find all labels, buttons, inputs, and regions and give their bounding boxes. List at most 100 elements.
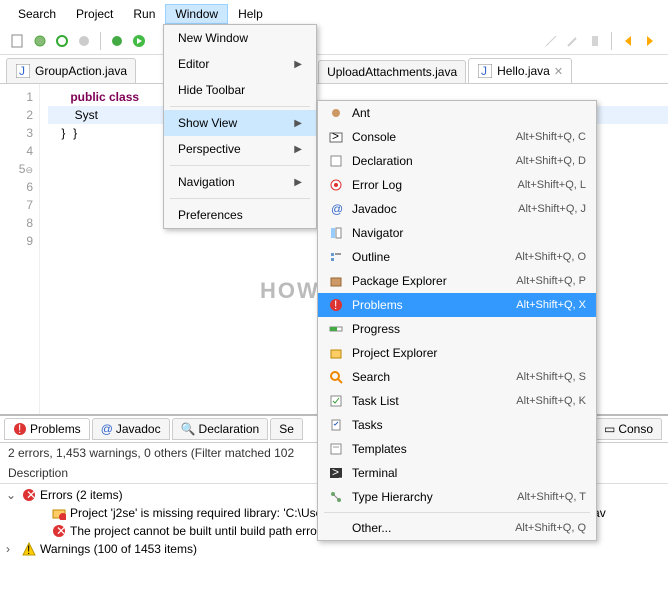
menu-help[interactable]: Help bbox=[228, 4, 273, 24]
tab-declaration[interactable]: 🔍Declaration bbox=[172, 418, 269, 440]
menuitem-declaration[interactable]: Declaration Alt+Shift+Q, D bbox=[318, 149, 596, 173]
menuitem-terminal[interactable]: >_Terminal bbox=[318, 461, 596, 485]
tab-hello[interactable]: J Hello.java ✕ bbox=[468, 58, 572, 83]
separator bbox=[100, 32, 101, 50]
tab-problems[interactable]: ! Problems bbox=[4, 418, 90, 440]
menuitem-console[interactable]: >ConsoleAlt+Shift+Q, C bbox=[318, 125, 596, 149]
problems-icon: ! bbox=[13, 422, 27, 436]
menuitem-label: Other... bbox=[352, 521, 507, 535]
menuitem-project-explorer[interactable]: Project Explorer bbox=[318, 341, 596, 365]
terminal-icon: >_ bbox=[328, 465, 344, 481]
menuitem-label: Type Hierarchy bbox=[352, 490, 509, 504]
menu-window[interactable]: Window bbox=[165, 4, 228, 24]
group-label: Errors (2 items) bbox=[40, 488, 123, 502]
menu-project[interactable]: Project bbox=[66, 4, 123, 24]
line-gutter: 1234 5⊖6789 bbox=[0, 84, 40, 414]
open-type-icon[interactable] bbox=[32, 33, 48, 49]
menuitem-perspective[interactable]: Perspective ▶ bbox=[164, 136, 316, 162]
shortcut: Alt+Shift+Q, D bbox=[516, 155, 586, 167]
menuitem-label: Editor bbox=[178, 57, 209, 71]
warnings-group[interactable]: › ! Warnings (100 of 1453 items) bbox=[4, 540, 664, 558]
menu-run[interactable]: Run bbox=[123, 4, 165, 24]
outline-icon bbox=[328, 249, 344, 265]
java-file-icon: J bbox=[477, 63, 493, 79]
error-icon: ✕ bbox=[22, 488, 36, 502]
bookmark-icon[interactable] bbox=[587, 33, 603, 49]
menuitem-preferences[interactable]: Preferences bbox=[164, 202, 316, 228]
menuitem-tasks[interactable]: Tasks bbox=[318, 413, 596, 437]
menuitem-label: Hide Toolbar bbox=[178, 83, 245, 97]
separator bbox=[170, 165, 310, 166]
menuitem-navigation[interactable]: Navigation▶ bbox=[164, 169, 316, 195]
menuitem-label: Navigation bbox=[178, 175, 235, 189]
menuitem-search[interactable]: SearchAlt+Shift+Q, S bbox=[318, 365, 596, 389]
pkg-icon bbox=[328, 273, 344, 289]
menuitem-package-explorer[interactable]: Package ExplorerAlt+Shift+Q, P bbox=[318, 269, 596, 293]
tab-truncated[interactable]: Se bbox=[270, 418, 303, 440]
menuitem-task-list[interactable]: Task ListAlt+Shift+Q, K bbox=[318, 389, 596, 413]
skip-icon[interactable] bbox=[76, 33, 92, 49]
menuitem-show-view[interactable]: Show View▶ bbox=[164, 110, 316, 136]
menuitem-label: Javadoc bbox=[352, 202, 510, 216]
svg-text:!: ! bbox=[334, 298, 337, 312]
menuitem-label: Perspective bbox=[178, 142, 241, 156]
shortcut: Alt+Shift+Q, S bbox=[516, 371, 586, 383]
tab-label: Se bbox=[279, 422, 294, 436]
debug-icon[interactable] bbox=[109, 33, 125, 49]
svg-text:✕: ✕ bbox=[26, 488, 36, 502]
close-icon[interactable]: ✕ bbox=[554, 65, 563, 78]
editor-tabs: J GroupAction.java UploadAttachments.jav… bbox=[0, 55, 668, 84]
pencil-icon[interactable] bbox=[565, 33, 581, 49]
menuitem-new-window[interactable]: New Window bbox=[164, 25, 316, 51]
tab-uploadattachments[interactable]: UploadAttachments.java bbox=[318, 60, 466, 83]
menuitem-problems[interactable]: !ProblemsAlt+Shift+Q, X bbox=[318, 293, 596, 317]
nav-fwd-icon[interactable] bbox=[642, 33, 658, 49]
tab-label: Hello.java bbox=[497, 64, 550, 78]
tab-groupaction[interactable]: J GroupAction.java bbox=[6, 58, 136, 83]
shortcut: Alt+Shift+Q, T bbox=[517, 491, 586, 503]
show-view-submenu: Ant>ConsoleAlt+Shift+Q, C Declaration Alt+… bbox=[317, 100, 597, 541]
tab-console[interactable]: ▭Conso bbox=[595, 418, 662, 440]
menuitem-progress[interactable]: Progress bbox=[318, 317, 596, 341]
typeh-icon bbox=[328, 489, 344, 505]
collapse-icon[interactable]: ⌄ bbox=[6, 488, 18, 502]
svg-text:J: J bbox=[481, 64, 487, 78]
menuitem-editor[interactable]: Editor▶ bbox=[164, 51, 316, 77]
nav-back-icon[interactable] bbox=[620, 33, 636, 49]
tab-label: Declaration bbox=[199, 422, 260, 436]
progress-icon bbox=[328, 321, 344, 337]
menuitem-label: Templates bbox=[352, 442, 578, 456]
group-label: Warnings (100 of 1453 items) bbox=[40, 542, 197, 556]
console-icon: ▭ bbox=[604, 422, 615, 436]
menuitem-javadoc[interactable]: @JavadocAlt+Shift+Q, J bbox=[318, 197, 596, 221]
tab-label: Conso bbox=[618, 422, 653, 436]
tab-label: Javadoc bbox=[116, 422, 161, 436]
menuitem-label: Progress bbox=[352, 322, 578, 336]
menuitem-label: Console bbox=[352, 130, 508, 144]
proj-icon bbox=[328, 345, 344, 361]
run-icon[interactable] bbox=[131, 33, 147, 49]
menuitem-ant[interactable]: Ant bbox=[318, 101, 596, 125]
tasklist-icon bbox=[328, 393, 344, 409]
window-menu: New WindowEditor▶Hide Toolbar Show View▶… bbox=[163, 24, 317, 229]
menuitem-label: Declaration bbox=[352, 154, 508, 168]
menuitem-templates[interactable]: Templates bbox=[318, 437, 596, 461]
menuitem-error-log[interactable]: Error LogAlt+Shift+Q, L bbox=[318, 173, 596, 197]
menuitem-other[interactable]: Other... Alt+Shift+Q, Q bbox=[318, 516, 596, 540]
menuitem-outline[interactable]: OutlineAlt+Shift+Q, O bbox=[318, 245, 596, 269]
shortcut: Alt+Shift+Q, L bbox=[518, 179, 586, 191]
menu-search[interactable]: Search bbox=[8, 4, 66, 24]
submenu-arrow-icon: ▶ bbox=[294, 118, 302, 129]
tab-label: Problems bbox=[30, 422, 81, 436]
separator bbox=[170, 198, 310, 199]
submenu-arrow-icon: ▶ bbox=[294, 144, 302, 155]
expand-icon[interactable]: › bbox=[6, 542, 18, 556]
tab-javadoc[interactable]: @Javadoc bbox=[92, 418, 170, 440]
menubar: Search Project Run Window Help bbox=[0, 0, 668, 28]
menuitem-navigator[interactable]: Navigator bbox=[318, 221, 596, 245]
menuitem-type-hierarchy[interactable]: Type Hierarchy Alt+Shift+Q, T bbox=[318, 485, 596, 509]
wand-icon[interactable] bbox=[543, 33, 559, 49]
refresh-icon[interactable] bbox=[54, 33, 70, 49]
new-icon[interactable] bbox=[10, 33, 26, 49]
menuitem-hide-toolbar[interactable]: Hide Toolbar bbox=[164, 77, 316, 103]
